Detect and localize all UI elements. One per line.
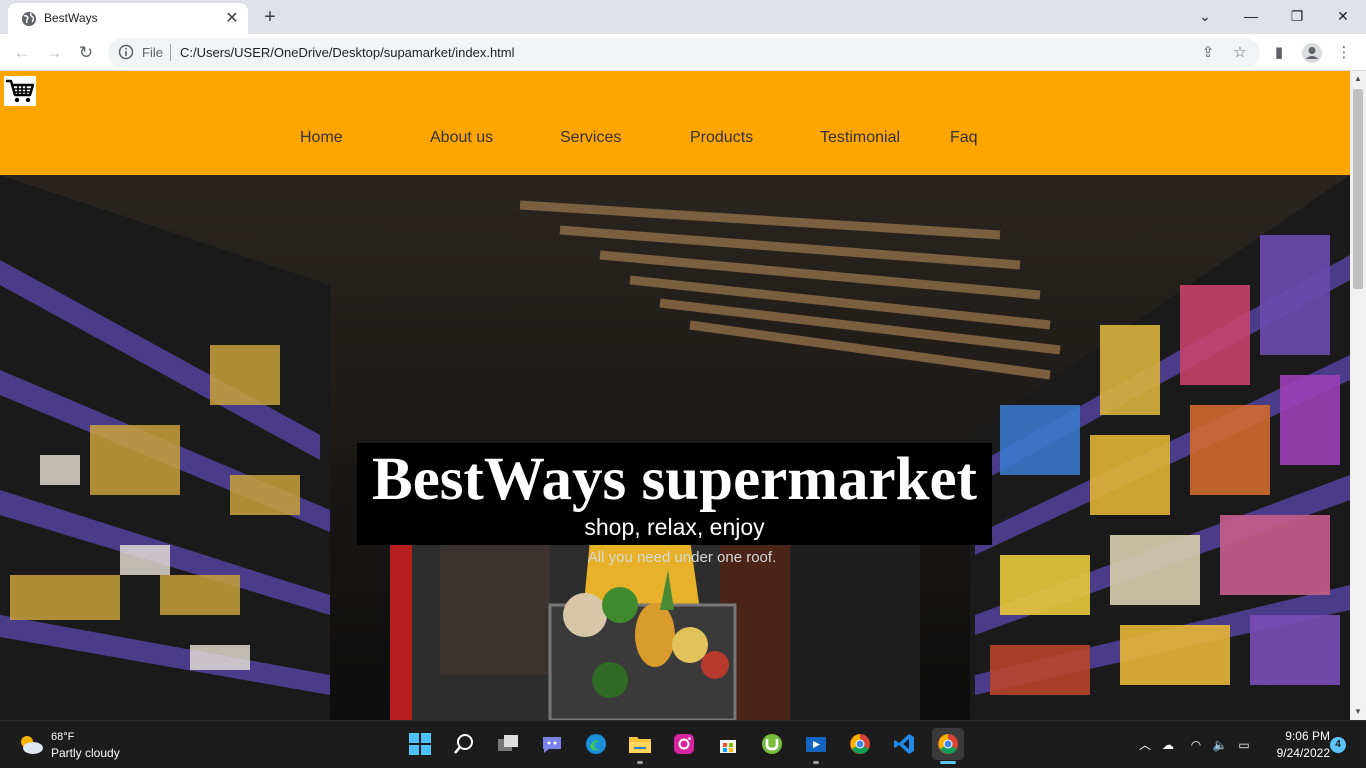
volume-icon[interactable]: 🔈 <box>1211 736 1229 754</box>
wifi-icon[interactable]: ◠ <box>1187 736 1205 754</box>
nav-home[interactable]: Home <box>300 129 343 147</box>
weather-condition[interactable]: Partly cloudy <box>51 746 120 760</box>
star-icon[interactable]: ☆ <box>1230 43 1250 63</box>
url-text[interactable]: C:/Users/USER/OneDrive/Desktop/supamarke… <box>180 45 515 60</box>
browser-toolbar: ← → ↻ File C:/Users/USER/OneDrive/Deskto… <box>0 34 1366 71</box>
running-indicator <box>637 761 643 764</box>
search-icon[interactable] <box>450 730 478 758</box>
file-explorer-icon[interactable] <box>626 730 654 758</box>
video-editor-icon[interactable] <box>802 730 830 758</box>
hero-title-box: BestWays supermarket shop, relax, enjoy <box>357 443 992 545</box>
battery-icon[interactable]: ▭ <box>1235 736 1253 754</box>
plus-icon[interactable]: + <box>258 5 282 29</box>
tab-title: BestWays <box>44 11 98 25</box>
edge-icon[interactable] <box>582 730 610 758</box>
onedrive-cloud-icon[interactable]: ☁ <box>1159 736 1177 754</box>
divider <box>170 44 171 61</box>
weather-temperature[interactable]: 68°F <box>51 731 74 743</box>
active-indicator <box>940 761 956 764</box>
shopping-cart-icon[interactable] <box>4 76 36 106</box>
reload-icon[interactable]: ↻ <box>74 41 98 65</box>
hero-section: BestWays supermarket shop, relax, enjoy … <box>0 175 1350 720</box>
chrome-active-icon[interactable] <box>932 728 964 760</box>
minimize-icon[interactable]: — <box>1237 4 1265 28</box>
hero-subtitle: shop, relax, enjoy <box>584 514 765 540</box>
hero-tagline: All you need under one roof. <box>587 549 777 566</box>
utorrent-icon[interactable] <box>758 730 786 758</box>
taskbar: 68°F Partly cloudy ︿ ☁ ◠ 🔈 ▭ 9:06 PM 9/2… <box>0 720 1366 768</box>
address-bar[interactable]: File C:/Users/USER/OneDrive/Desktop/supa… <box>108 38 1260 67</box>
close-icon[interactable]: ✕ <box>222 9 242 29</box>
clock-time[interactable]: 9:06 PM <box>1270 729 1330 743</box>
running-indicator <box>813 761 819 764</box>
page-viewport: Home About us Services Products Testimon… <box>0 71 1350 720</box>
nav-services[interactable]: Services <box>560 129 621 147</box>
scroll-thumb[interactable] <box>1353 89 1363 289</box>
vscode-icon[interactable] <box>890 730 918 758</box>
task-view-icon[interactable] <box>494 730 522 758</box>
globe-icon <box>22 12 36 26</box>
profile-icon[interactable] <box>1301 42 1323 64</box>
partly-cloudy-icon[interactable] <box>18 733 44 755</box>
tab-strip: BestWays ✕ + ⌄ — ❐ ✕ <box>0 0 1366 34</box>
nav-testimonial[interactable]: Testimonial <box>820 129 900 147</box>
nav-about[interactable]: About us <box>430 129 493 147</box>
store-icon[interactable] <box>714 730 742 758</box>
teams-chat-icon[interactable] <box>538 730 566 758</box>
chevron-down-icon[interactable]: ⌄ <box>1191 4 1219 28</box>
window-close-icon[interactable]: ✕ <box>1329 4 1357 28</box>
instagram-icon[interactable] <box>670 730 698 758</box>
chrome-icon[interactable] <box>846 730 874 758</box>
windows-start-icon[interactable] <box>406 730 434 758</box>
scroll-down-arrow-icon[interactable]: ▼ <box>1350 704 1366 720</box>
chevron-up-icon[interactable]: ︿ <box>1136 736 1154 754</box>
browser-tab[interactable]: BestWays ✕ <box>8 3 248 34</box>
site-header: Home About us Services Products Testimon… <box>0 71 1350 175</box>
nav-products[interactable]: Products <box>690 129 753 147</box>
scroll-up-arrow-icon[interactable]: ▲ <box>1350 71 1366 87</box>
notification-badge[interactable]: 4 <box>1330 737 1346 753</box>
sidebar-icon[interactable]: ▮ <box>1269 43 1289 63</box>
hero-title: BestWays supermarket <box>372 446 977 513</box>
share-icon[interactable]: ⇪ <box>1198 43 1218 63</box>
back-icon[interactable]: ← <box>10 41 34 65</box>
clock-date[interactable]: 9/24/2022 <box>1262 746 1330 760</box>
url-scheme: File <box>142 45 163 60</box>
restore-icon[interactable]: ❐ <box>1283 4 1311 28</box>
menu-icon[interactable]: ⋮ <box>1334 43 1354 63</box>
forward-icon[interactable]: → <box>42 41 66 65</box>
page-scrollbar[interactable]: ▲ ▼ <box>1350 71 1366 720</box>
info-icon[interactable] <box>118 44 134 60</box>
nav-faq[interactable]: Faq <box>950 129 978 147</box>
